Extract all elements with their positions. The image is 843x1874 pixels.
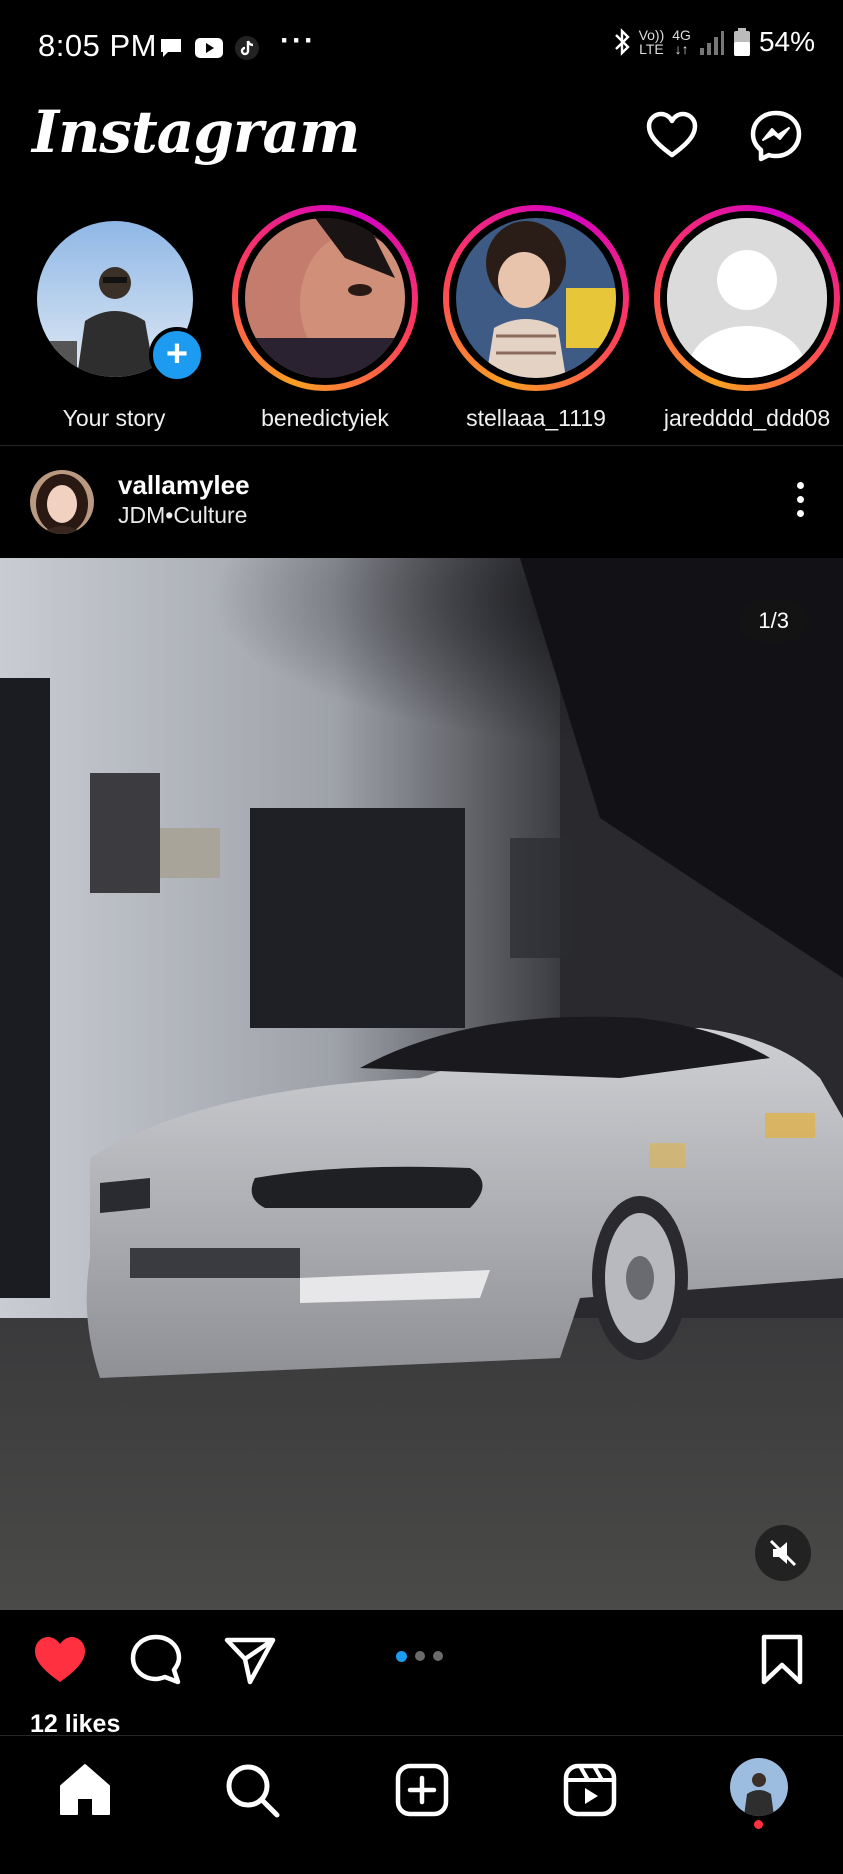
post-author-avatar[interactable] bbox=[30, 470, 94, 534]
heart-icon[interactable] bbox=[644, 108, 700, 164]
message-bubble-icon bbox=[161, 39, 181, 57]
carousel-dot bbox=[415, 1651, 425, 1661]
post-username[interactable]: vallamylee bbox=[118, 470, 250, 501]
carousel-dot bbox=[433, 1651, 443, 1661]
lte-label: LTE bbox=[639, 41, 664, 57]
app-logo: Instagram bbox=[32, 98, 360, 166]
profile-avatar[interactable] bbox=[730, 1758, 788, 1816]
signal-icon bbox=[699, 31, 724, 55]
story-username: benedictyiek bbox=[261, 405, 389, 431]
status-bar: 8:05 PM ··· Vo)) LTE 4G ↓↑ 54% bbox=[0, 0, 843, 96]
story-username: jaredddd_ddd08 bbox=[663, 405, 831, 431]
volte-label: Vo)) bbox=[638, 27, 665, 43]
mute-button[interactable] bbox=[755, 1525, 811, 1581]
share-icon[interactable] bbox=[222, 1632, 278, 1688]
battery-icon bbox=[733, 28, 750, 56]
profile-notification-dot bbox=[754, 1820, 763, 1829]
comment-icon[interactable] bbox=[128, 1632, 184, 1688]
search-icon[interactable] bbox=[222, 1760, 282, 1820]
story-item-benedictyiek[interactable]: benedictyiek bbox=[230, 205, 420, 432]
messenger-icon[interactable] bbox=[748, 108, 804, 164]
story-avatar bbox=[456, 218, 616, 378]
story-username: Your story bbox=[62, 405, 166, 431]
speaker-muted-icon bbox=[769, 1539, 797, 1567]
post-media[interactable] bbox=[0, 558, 843, 1610]
carousel-dot bbox=[396, 1651, 407, 1662]
carousel-indicator bbox=[396, 1651, 443, 1662]
story-item-stellaaa[interactable]: stellaaa_1119 bbox=[441, 205, 631, 432]
status-time: 8:05 PM bbox=[38, 28, 157, 63]
divider bbox=[0, 445, 843, 446]
status-right: Vo)) LTE 4G ↓↑ 54% bbox=[613, 26, 815, 58]
network-type-label: 4G bbox=[672, 27, 691, 43]
bluetooth-icon bbox=[614, 28, 630, 56]
default-avatar-icon bbox=[667, 218, 827, 378]
story-item-own[interactable]: + Your story bbox=[19, 205, 209, 432]
home-icon[interactable] bbox=[55, 1760, 115, 1820]
more-options-icon[interactable] bbox=[797, 482, 807, 524]
youtube-icon bbox=[195, 38, 223, 58]
bookmark-icon[interactable] bbox=[754, 1632, 810, 1688]
more-dots-icon: ··· bbox=[280, 24, 316, 57]
story-avatar bbox=[245, 218, 405, 378]
story-item-jaredddd[interactable]: jaredddd_ddd08 bbox=[652, 205, 842, 432]
media-counter: 1/3 bbox=[740, 600, 807, 642]
data-arrows-icon: ↓↑ bbox=[674, 41, 689, 57]
tiktok-icon bbox=[235, 36, 259, 60]
post-location[interactable]: JDM•Culture bbox=[118, 502, 247, 529]
like-heart-icon[interactable] bbox=[32, 1632, 88, 1688]
create-icon[interactable] bbox=[392, 1760, 452, 1820]
story-username: stellaaa_1119 bbox=[466, 405, 606, 431]
add-story-button[interactable]: + bbox=[149, 327, 205, 383]
notification-icons bbox=[158, 30, 260, 66]
reels-icon[interactable] bbox=[560, 1760, 620, 1820]
data-indicator: 4G ↓↑ bbox=[672, 28, 691, 56]
network-indicator: Vo)) LTE bbox=[639, 28, 665, 56]
battery-level: 54% bbox=[758, 26, 815, 57]
